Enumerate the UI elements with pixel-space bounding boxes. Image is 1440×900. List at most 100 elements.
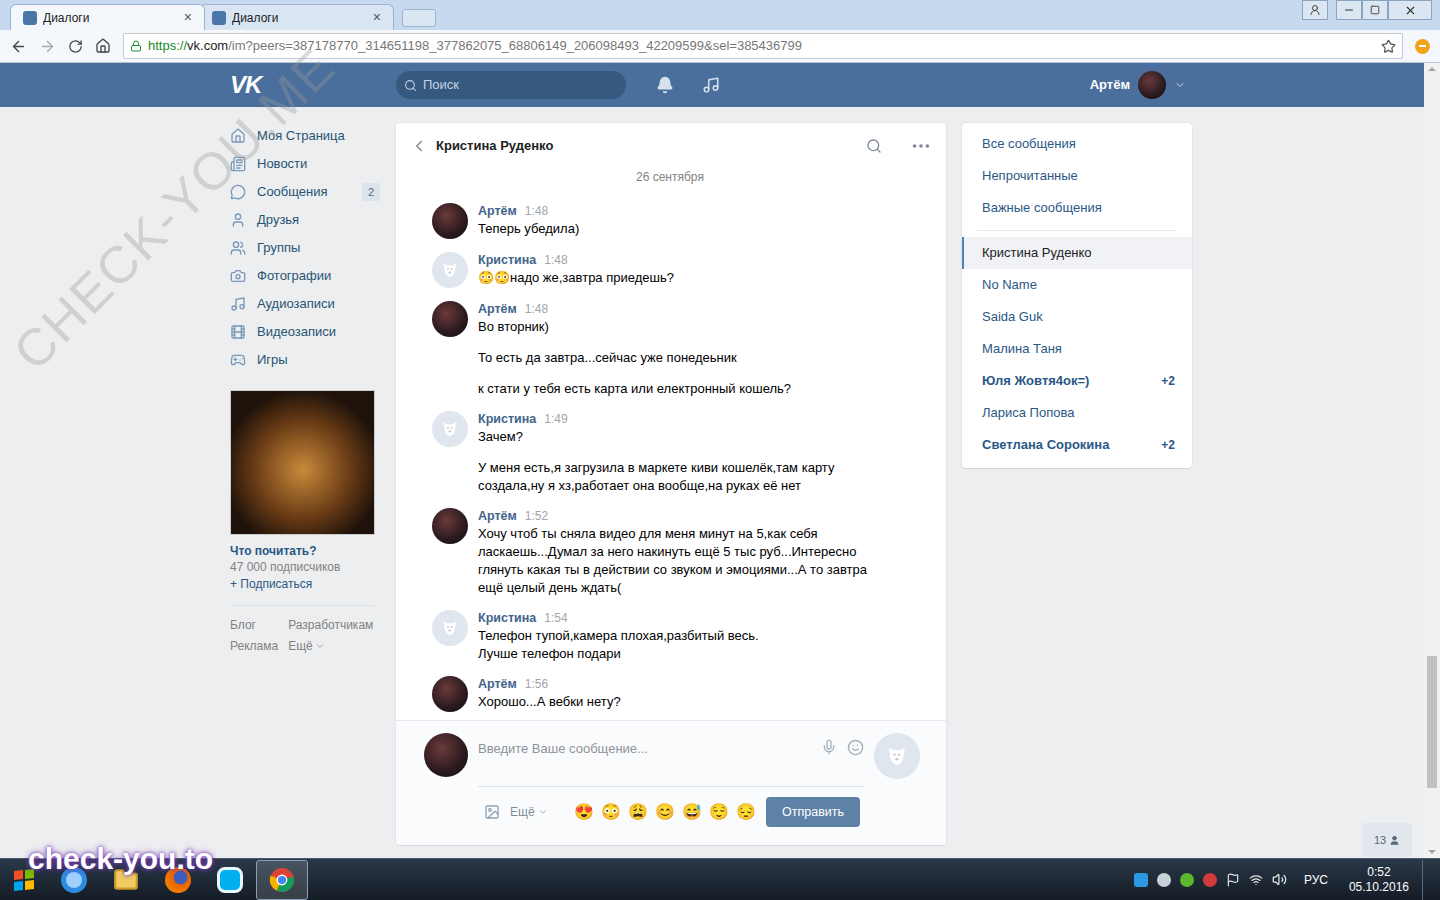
menu-icon	[230, 324, 246, 340]
search-icon[interactable]	[866, 138, 882, 154]
maximize-button[interactable]	[1362, 0, 1388, 20]
emoji-button[interactable]: 😳	[601, 803, 621, 821]
conversation-item[interactable]: Светлана Сорокина+2	[962, 429, 1192, 461]
scrollbar[interactable]	[1424, 63, 1440, 858]
forward-icon[interactable]	[39, 38, 56, 55]
message-author[interactable]: Кристина	[478, 252, 536, 268]
send-button[interactable]: Отправить	[766, 797, 860, 827]
camera-icon[interactable]	[484, 804, 500, 820]
emoji-button[interactable]: 😔	[736, 803, 756, 821]
ie-taskbar-icon[interactable]	[48, 860, 100, 900]
back-icon[interactable]	[10, 38, 27, 55]
footer-link[interactable]: Реклама	[230, 637, 278, 655]
browser-tab[interactable]: Диалоги×	[199, 4, 394, 30]
clock[interactable]: 0:5205.10.2016	[1349, 865, 1409, 895]
online-friends-button[interactable]: 13	[1362, 823, 1412, 857]
bookmark-icon[interactable]	[1381, 39, 1396, 54]
extension-icon[interactable]	[1415, 39, 1430, 54]
date-label: 26 сентября	[624, 169, 716, 185]
conversation-item[interactable]: No Name	[962, 269, 1192, 301]
start-button[interactable]	[0, 870, 48, 890]
notifications-icon[interactable]	[656, 76, 674, 94]
menu-item[interactable]: Друзья	[230, 206, 380, 234]
footer-link[interactable]: Ещё	[288, 637, 373, 655]
vk-logo[interactable]: VK	[230, 67, 396, 103]
emoji-button[interactable]: 😊	[655, 803, 675, 821]
toolbar: https://vk.com/im?peers=387178770_314651…	[0, 30, 1440, 63]
back-icon[interactable]	[410, 137, 428, 155]
message-author[interactable]: Кристина	[478, 610, 536, 626]
smile-icon[interactable]	[847, 739, 864, 756]
mic-icon[interactable]	[821, 739, 837, 755]
user-icon	[1309, 4, 1321, 16]
message-author[interactable]: Артём	[478, 676, 517, 692]
tab-close[interactable]: ×	[184, 7, 192, 28]
message-time: 1:48	[525, 203, 548, 219]
chat-title[interactable]: Кристина Руденко	[436, 136, 553, 156]
firefox-taskbar-icon[interactable]	[152, 860, 204, 900]
subscribe-link[interactable]: + Подписаться	[230, 575, 380, 593]
message-author[interactable]: Артём	[478, 301, 517, 317]
menu-item[interactable]: Моя Страница	[230, 122, 380, 150]
vk-header: VKПоиск Артём	[0, 63, 1424, 107]
message-time: 1:54	[544, 610, 567, 626]
menu-item[interactable]: Сообщения2	[230, 178, 380, 206]
emoji-button[interactable]: 😍	[574, 803, 594, 821]
emoji-button[interactable]: 😩	[628, 803, 648, 821]
message-author[interactable]: Артём	[478, 203, 517, 219]
watermark: CHECK-YOU.ME	[0, 30, 353, 388]
chrome-taskbar-icon[interactable]	[256, 860, 308, 900]
home-icon[interactable]	[95, 38, 111, 54]
conversation-item[interactable]: Юля Жовтя4ок=)+2	[962, 365, 1192, 397]
browser-tab[interactable]: Диалоги×	[10, 4, 205, 30]
omnibox[interactable]: https://vk.com/im?peers=387178770_314651…	[123, 33, 1403, 59]
menu-item[interactable]: Новости	[230, 150, 380, 178]
menu-item[interactable]: Видеозаписи	[230, 318, 380, 346]
menu-item[interactable]: Фотографии	[230, 262, 380, 290]
volume-icon[interactable]	[1272, 872, 1287, 887]
menu-item[interactable]: Группы	[230, 234, 380, 262]
conversation-item[interactable]: Малина Таня	[962, 333, 1192, 365]
minimize-button[interactable]	[1336, 0, 1362, 20]
message-author[interactable]: Кристина	[478, 411, 536, 427]
explorer-taskbar-icon[interactable]	[100, 860, 152, 900]
filter-item[interactable]: Непрочитанные	[962, 160, 1192, 192]
filter-item[interactable]: Все сообщения	[962, 128, 1192, 160]
footer-link[interactable]: Блог	[230, 616, 278, 634]
menu-item[interactable]: Игры	[230, 346, 380, 374]
message-text: 😳😳надо же,завтра приедешь?	[478, 269, 868, 287]
footer-link[interactable]: Разработчикам	[288, 616, 373, 634]
profile-button[interactable]	[1302, 0, 1328, 20]
language-indicator[interactable]: РУС	[1304, 871, 1328, 889]
dog-icon	[439, 617, 461, 639]
message-time: 1:56	[525, 676, 548, 692]
new-tab-button[interactable]	[402, 9, 436, 27]
reload-icon[interactable]	[68, 39, 83, 54]
show-desktop[interactable]	[1422, 860, 1430, 900]
conversation-item[interactable]: Лариса Попова	[962, 397, 1192, 429]
action-center-icon[interactable]	[1226, 873, 1240, 887]
more-icon[interactable]	[910, 135, 932, 157]
message-input[interactable]: Введите Ваше сообщение...	[478, 733, 864, 787]
emoji-button[interactable]: 😌	[709, 803, 729, 821]
conversation-item[interactable]: Кристина Руденко	[962, 237, 1192, 269]
chat-header: Кристина Руденко	[396, 123, 946, 169]
profile-menu[interactable]: Артём	[1090, 71, 1186, 99]
close-button[interactable]	[1388, 0, 1432, 20]
more-attach[interactable]: Ещё	[510, 803, 548, 821]
network-icon[interactable]	[1249, 873, 1263, 887]
conversation-item[interactable]: Saida Guk	[962, 301, 1192, 333]
emoji-bar: 😍 😳 😩 😊 😅 😌 😔	[574, 803, 756, 821]
message-author[interactable]: Артём	[478, 508, 517, 524]
filter-item[interactable]: Важные сообщения	[962, 192, 1192, 224]
message-text: Хочу чтоб ты сняла видео для меня минут …	[478, 525, 868, 597]
scrollbar-thumb[interactable]	[1427, 656, 1437, 788]
emoji-button[interactable]: 😅	[682, 803, 702, 821]
tab-close[interactable]: ×	[373, 7, 381, 28]
chevron-down-icon	[1174, 79, 1186, 91]
search-field[interactable]: Поиск	[396, 71, 626, 99]
promo-block[interactable]: Что почитать?47 000 подписчиков+ Подписа…	[230, 390, 380, 593]
music-icon[interactable]	[702, 76, 720, 94]
skype-taskbar-icon[interactable]	[204, 860, 256, 900]
menu-item[interactable]: Аудиозаписи	[230, 290, 380, 318]
